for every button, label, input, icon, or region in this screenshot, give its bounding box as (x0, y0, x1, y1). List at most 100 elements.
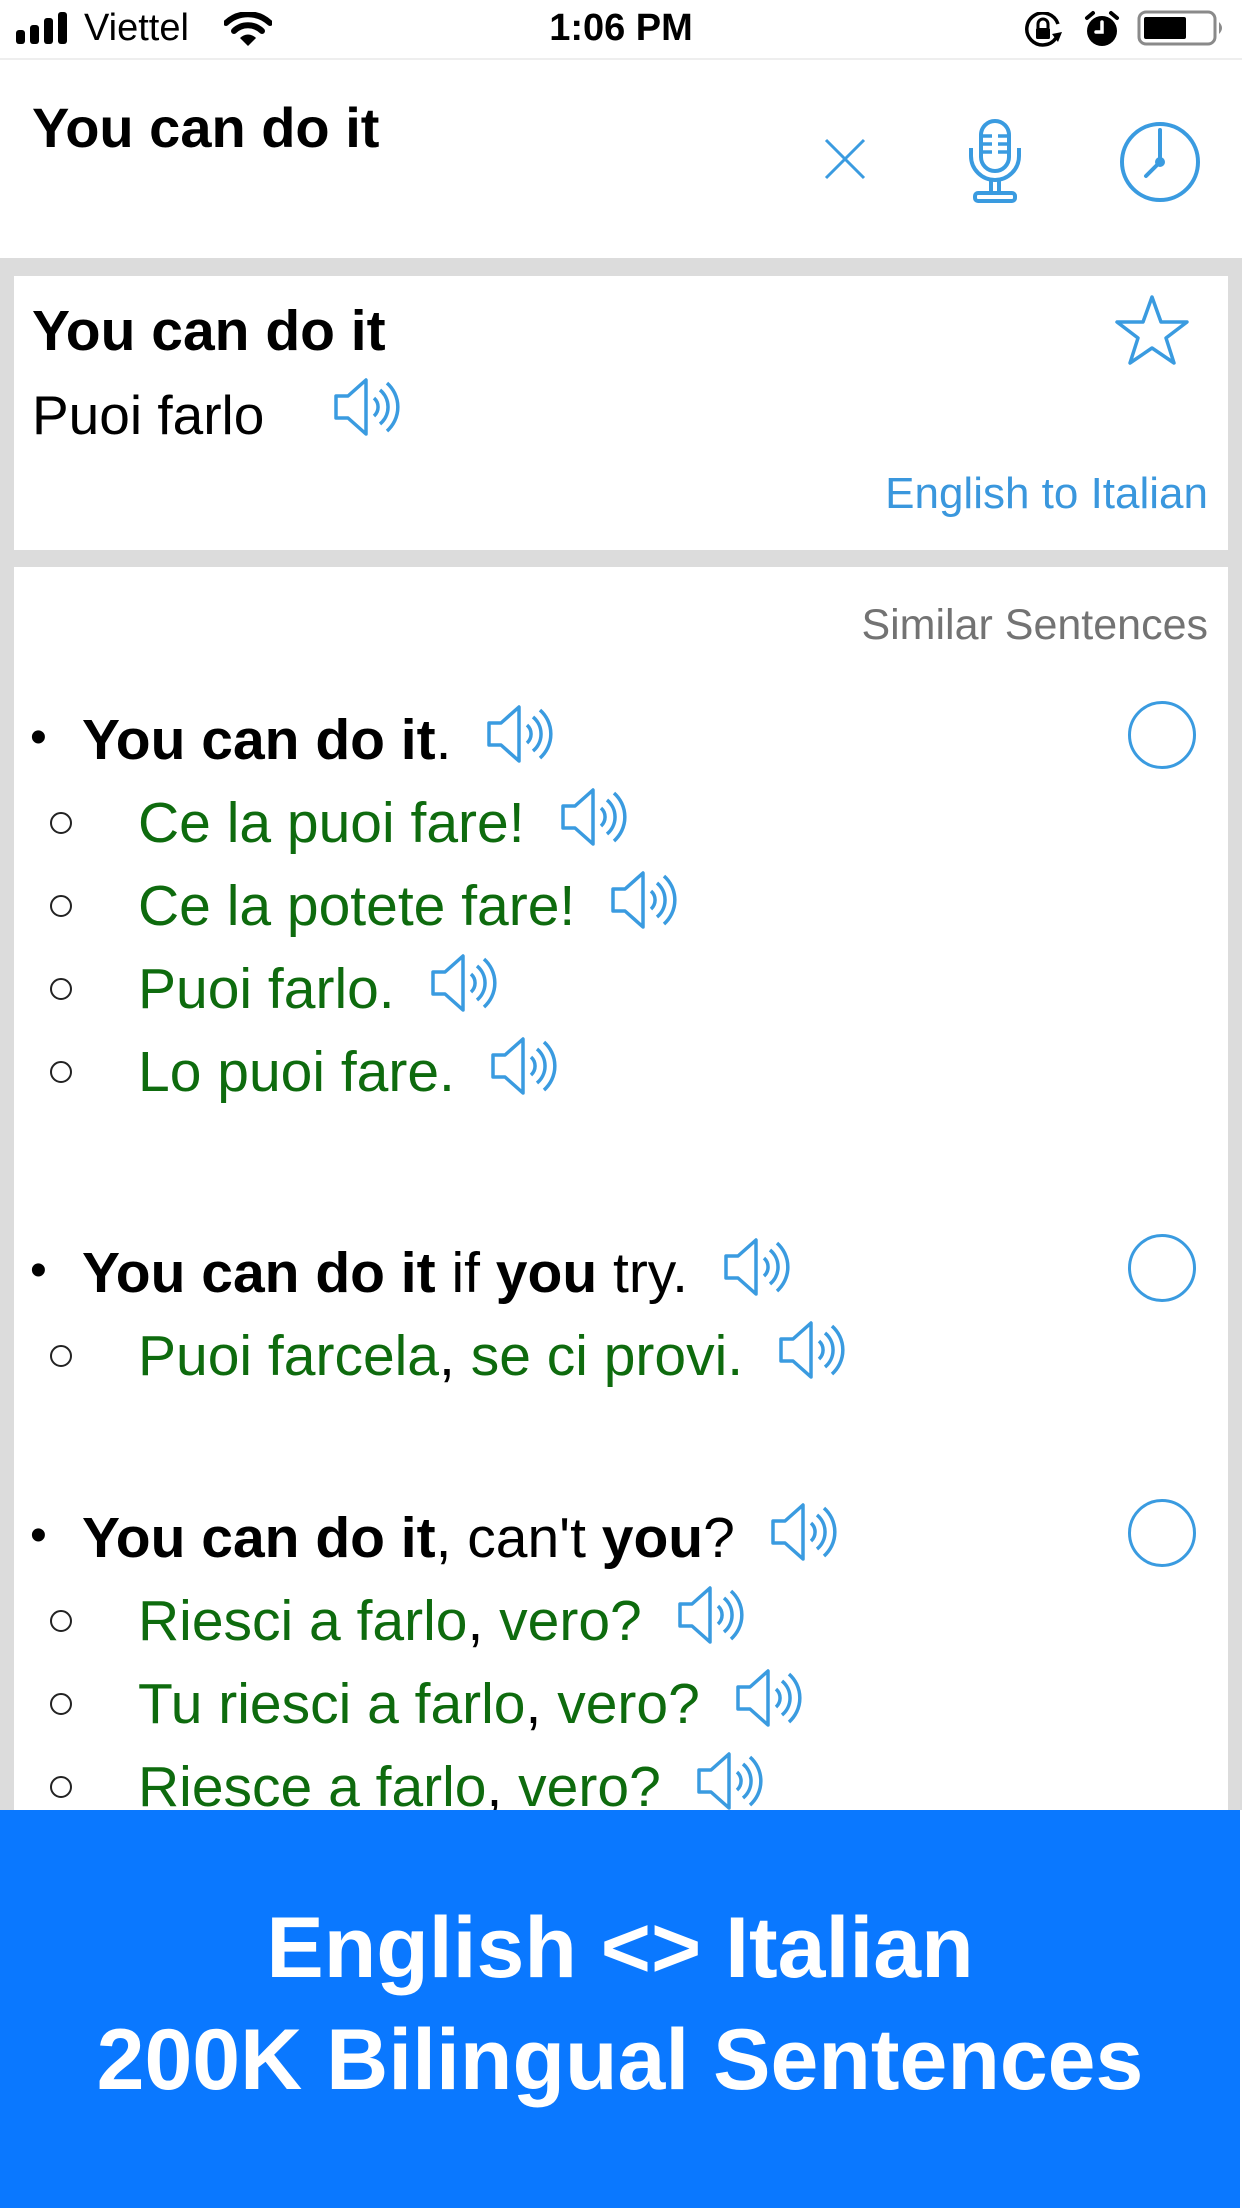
star-icon (1115, 295, 1189, 365)
translation-text: vero? (483, 1589, 642, 1653)
speaker-icon (334, 378, 400, 436)
hollow-bullet (50, 1345, 72, 1367)
hollow-bullet (50, 1061, 72, 1083)
select-sentence-radio[interactable] (1128, 1499, 1196, 1567)
hollow-bullet (50, 978, 72, 1000)
play-sentence-button[interactable] (485, 703, 555, 765)
speaker-icon (779, 1321, 845, 1379)
translation-text: Ce la puoi fare! (138, 791, 525, 855)
clear-button[interactable] (822, 136, 868, 182)
italian-translation-row[interactable]: Lo puoi fare. (14, 1035, 1228, 1118)
hollow-bullet (50, 812, 72, 834)
sentence-text: try. (597, 1241, 688, 1305)
italian-translation-row[interactable]: Riesce a farlo, vero? (14, 1750, 1228, 1810)
speaker-icon (677, 1586, 744, 1644)
speaker-icon (491, 1037, 557, 1095)
play-translation-button[interactable] (734, 1667, 804, 1729)
play-translation-button[interactable] (489, 1035, 559, 1097)
battery-icon (1137, 10, 1222, 46)
promo-banner: English <> Italian 200K Bilingual Senten… (0, 1810, 1240, 2208)
promo-title: English <> Italian (266, 1900, 974, 1996)
promo-subtitle: 200K Bilingual Sentences (96, 2012, 1144, 2108)
play-translation-button[interactable] (777, 1319, 847, 1381)
english-sentence-row[interactable]: • You can do it. (14, 701, 1228, 786)
translation-text: Ce la potete fare! (138, 874, 576, 938)
english-sentence: You can do it. (82, 703, 555, 775)
select-sentence-radio[interactable] (1128, 701, 1196, 769)
highlighted-word: you (601, 1506, 704, 1570)
translation-text: se ci provi. (454, 1324, 744, 1388)
translation-text: , (525, 1672, 542, 1736)
translation-text: vero? (541, 1672, 700, 1736)
microphone-icon (969, 119, 1021, 203)
italian-translation: Lo puoi fare. (138, 1035, 559, 1107)
english-sentence-row[interactable]: • You can do it if you try. (14, 1234, 1228, 1319)
similar-sentences-title: Similar Sentences (861, 601, 1208, 649)
favorite-button[interactable] (1114, 294, 1190, 366)
similar-sentences-card: Similar Sentences • You can do it. Ce la p… (14, 567, 1228, 1810)
speaker-icon (487, 705, 554, 763)
italian-translation: Riesce a farlo, vero? (138, 1750, 765, 1810)
sentence-text: . (435, 708, 452, 772)
language-direction-link[interactable]: English to Italian (885, 466, 1208, 522)
italian-translation: Tu riesci a farlo, vero? (138, 1667, 804, 1739)
highlighted-word: You can do it (82, 1241, 436, 1305)
sentence-text: ? (703, 1506, 735, 1570)
italian-translation-row[interactable]: Riesci a farlo, vero? (14, 1584, 1228, 1667)
sentence-group: • You can do it, can't you? Riesci a farlo… (14, 1499, 1228, 1810)
highlighted-word: You can do it (82, 1506, 436, 1570)
translation-text: Riesci a farlo (138, 1589, 468, 1653)
play-sentence-button[interactable] (722, 1236, 792, 1298)
italian-translation-row[interactable]: Ce la puoi fare! (14, 786, 1228, 869)
history-button[interactable] (1118, 120, 1202, 204)
sentence-group: • You can do it. Ce la puoi fare! Ce la pot… (14, 701, 1228, 1118)
play-translation-button[interactable] (332, 376, 402, 438)
sentence-group: • You can do it if you try. Puoi farcela, … (14, 1234, 1228, 1402)
speaker-icon (697, 1752, 763, 1810)
italian-translation: Puoi farlo. (138, 952, 499, 1024)
hollow-bullet (50, 895, 72, 917)
speaker-icon (771, 1503, 837, 1561)
speaker-icon (611, 871, 677, 929)
italian-translation-row[interactable]: Puoi farcela, se ci provi. (14, 1319, 1228, 1402)
play-translation-button[interactable] (695, 1750, 765, 1810)
bullet: • (30, 1244, 47, 1297)
translation-text: Riesce a farlo (138, 1755, 487, 1810)
play-sentence-button[interactable] (769, 1501, 839, 1563)
italian-translation-row[interactable]: Puoi farlo. (14, 952, 1228, 1035)
hollow-bullet (50, 1776, 72, 1798)
translation-text: , (467, 1589, 484, 1653)
clock-icon (1120, 122, 1200, 202)
play-translation-button[interactable] (559, 786, 629, 848)
play-translation-button[interactable] (609, 869, 679, 931)
play-translation-button[interactable] (676, 1584, 746, 1646)
highlighted-word: you (495, 1241, 598, 1305)
select-sentence-radio[interactable] (1128, 1234, 1196, 1302)
translation-text: Tu riesci a farlo (138, 1672, 526, 1736)
english-sentence-row[interactable]: • You can do it, can't you? (14, 1499, 1228, 1584)
speaker-icon (724, 1238, 790, 1296)
italian-translation-row[interactable]: Ce la potete fare! (14, 869, 1228, 952)
source-text: You can do it (32, 299, 386, 363)
english-sentence: You can do it, can't you? (82, 1501, 839, 1573)
sentence-text: , can't (435, 1506, 602, 1570)
italian-translation: Ce la puoi fare! (138, 786, 629, 858)
italian-translation-row[interactable]: Tu riesci a farlo, vero? (14, 1667, 1228, 1750)
speaker-icon (430, 954, 497, 1012)
search-input[interactable]: You can do it (32, 96, 379, 160)
italian-translation: Puoi farcela, se ci provi. (138, 1319, 847, 1391)
translation-text: , (486, 1755, 503, 1810)
translation-text: Lo puoi fare. (138, 1040, 455, 1104)
speaker-icon (560, 788, 627, 846)
translation-text: , (439, 1324, 455, 1388)
hollow-bullet (50, 1610, 72, 1632)
microphone-button[interactable] (962, 118, 1028, 204)
sentence-text: if (435, 1241, 496, 1305)
highlighted-word: You can do it (82, 708, 436, 772)
bullet: • (30, 711, 47, 764)
alarm-icon (1085, 11, 1119, 46)
play-translation-button[interactable] (429, 952, 499, 1014)
english-sentence: You can do it if you try. (82, 1236, 792, 1308)
close-icon (824, 138, 866, 180)
translation-text: Puoi farlo. (138, 957, 395, 1021)
